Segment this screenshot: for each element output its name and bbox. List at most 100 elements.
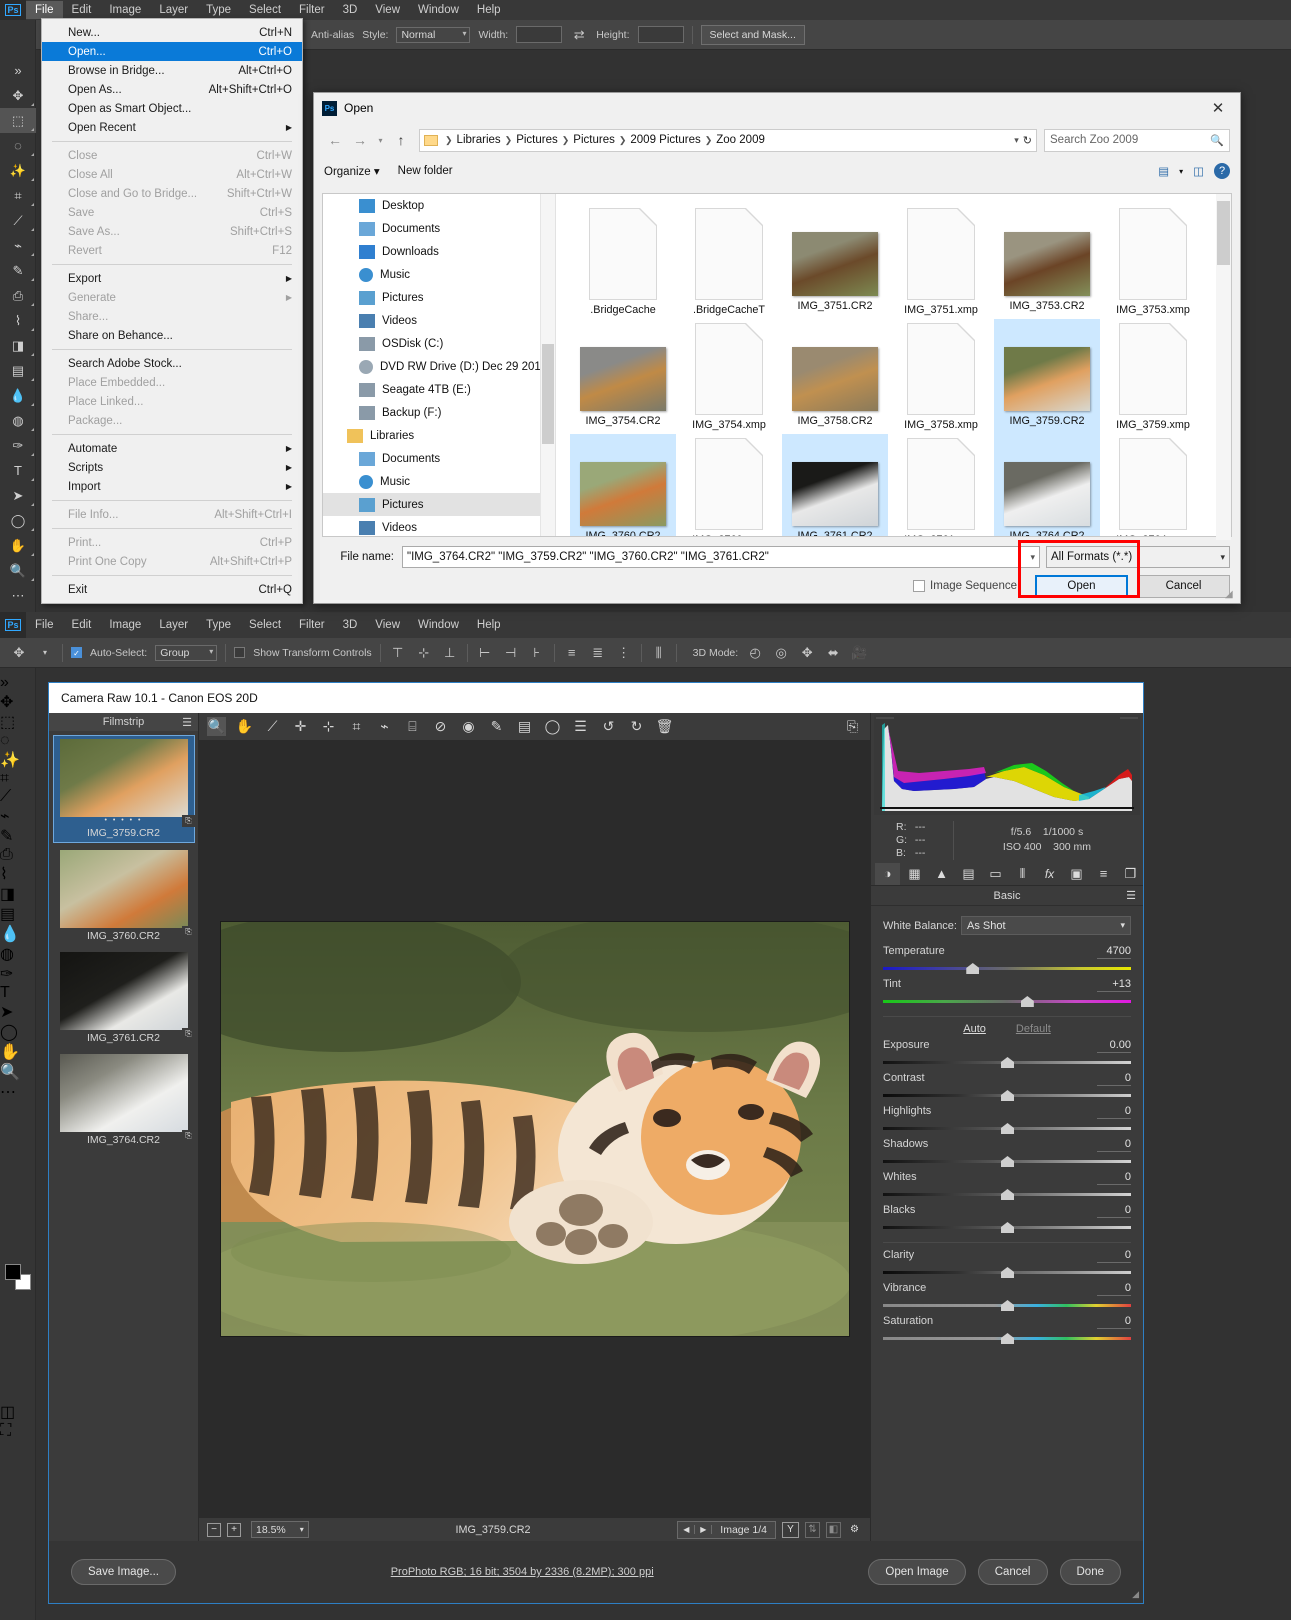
shape-tool-icon[interactable]: ◯ (0, 1022, 35, 1042)
healing-brush-tool-icon[interactable]: ⌁ (0, 233, 36, 258)
panel-tab-detail[interactable]: ▲ (929, 863, 954, 885)
spot-removal-icon[interactable]: ⊘ (431, 717, 450, 736)
slider-shadows[interactable]: Shadows 0 (883, 1138, 1131, 1168)
slider-handle[interactable] (1001, 1333, 1014, 1344)
slider-value[interactable]: 0 (1097, 1138, 1131, 1152)
sidebar-item-pictures[interactable]: Pictures (323, 286, 555, 309)
file-grid[interactable]: .BridgeCache .BridgeCacheT IMG_3751.CR2 IMG… (556, 194, 1231, 536)
more-tools-icon[interactable]: ⋯ (0, 583, 36, 608)
crop-tool-icon[interactable]: ⌗ (0, 183, 36, 208)
slider-whites[interactable]: Whites 0 (883, 1171, 1131, 1201)
align-top-edges-icon[interactable]: ⊤ (389, 644, 407, 662)
history-brush-tool-icon[interactable]: ⌇ (0, 308, 36, 333)
slider-track[interactable] (883, 1266, 1131, 1279)
file-item[interactable]: IMG_3761.CR2 (782, 434, 888, 536)
align-vertical-centers-icon[interactable]: ⊹ (415, 644, 433, 662)
menu-item-exit[interactable]: Exit Ctrl+Q (42, 580, 302, 599)
filmstrip-toggle-icon[interactable]: ◧ (826, 1521, 841, 1538)
file-item[interactable]: .BridgeCacheT (676, 204, 782, 319)
slider-value[interactable]: 0 (1097, 1282, 1131, 1296)
shape-tool-icon[interactable]: ◯ (0, 508, 36, 533)
panel-tab-camera-calibration[interactable]: ▣ (1064, 863, 1089, 885)
slider-track[interactable] (883, 1122, 1131, 1135)
menu-item-automate[interactable]: Automate ▶ (42, 439, 302, 458)
slider-value[interactable]: 0 (1097, 1249, 1131, 1263)
settings-icon[interactable]: ⚙ (847, 1523, 862, 1537)
sync-icon[interactable]: ⇅ (805, 1521, 820, 1538)
clone-stamp-tool-icon[interactable]: ⎙ (0, 283, 36, 308)
file-item[interactable]: IMG_3751.xmp (888, 204, 994, 319)
slider-blacks[interactable]: Blacks 0 (883, 1204, 1131, 1234)
file-item[interactable]: IMG_3760.CR2 (570, 434, 676, 536)
menu-item-new[interactable]: New... Ctrl+N (42, 23, 302, 42)
sidebar-item-videos[interactable]: Videos (323, 309, 555, 332)
organize-button[interactable]: Organize ▾ (324, 164, 380, 178)
blur-tool-icon[interactable]: 💧 (0, 383, 36, 408)
panel-tab-tone-curve[interactable]: ▦ (902, 863, 927, 885)
slider-value[interactable]: 0 (1097, 1315, 1131, 1329)
move-tool-icon[interactable]: ✥ (0, 692, 35, 712)
menu-3d[interactable]: 3D (334, 616, 367, 634)
zoom-tool-icon[interactable]: 🔍 (207, 717, 226, 736)
foreground-color-swatch[interactable] (5, 1264, 21, 1280)
hamburger-icon[interactable]: ☰ (1126, 889, 1136, 902)
menu-select[interactable]: Select (240, 616, 290, 634)
hamburger-icon[interactable]: ☰ (182, 716, 192, 729)
done-button[interactable]: Done (1059, 1559, 1121, 1585)
cancel-button[interactable]: Cancel (1137, 574, 1230, 598)
menu-view[interactable]: View (366, 1, 409, 19)
lasso-tool-icon[interactable]: ◌ (0, 133, 36, 158)
distribute-top-edges-icon[interactable]: ≡ (563, 644, 581, 662)
slider-track[interactable] (883, 1155, 1131, 1168)
file-item[interactable]: .BridgeCache (570, 204, 676, 319)
slider-handle[interactable] (1001, 1300, 1014, 1311)
3d-orbit-icon[interactable]: ◴ (746, 644, 764, 662)
clone-stamp-tool-icon[interactable]: ⎙ (0, 846, 35, 864)
brush-tool-icon[interactable]: ✎ (0, 826, 35, 846)
collapse-tools-icon[interactable]: » (0, 58, 36, 83)
sidebar-item-seagate-4tb-e[interactable]: Seagate 4TB (E:) (323, 378, 555, 401)
file-item[interactable]: IMG_3753.xmp (1100, 204, 1206, 319)
lasso-tool-icon[interactable]: ◌ (0, 732, 35, 750)
sidebar-item-dvd-rw-drive-d-dec-29-2016[interactable]: DVD RW Drive (D:) Dec 29 2016 (323, 355, 555, 378)
chevron-down-icon[interactable]: ▾ (1010, 135, 1023, 146)
sidebar-item-backup-f[interactable]: Backup (F:) (323, 401, 555, 424)
slider-handle[interactable] (1020, 996, 1034, 1007)
menu-edit[interactable]: Edit (63, 616, 101, 634)
slider-track[interactable] (883, 1221, 1131, 1234)
menu-type[interactable]: Type (197, 616, 240, 634)
slider-handle[interactable] (1001, 1156, 1014, 1167)
chevron-down-icon[interactable]: ▾ (1120, 920, 1125, 931)
sidebar-item-documents[interactable]: Documents (323, 217, 555, 240)
sidebar-item-pictures[interactable]: Pictures (323, 493, 555, 516)
panel-tab-presets[interactable]: ≡ (1091, 863, 1116, 885)
breadcrumb-item-4[interactable]: Zoo 2009 (716, 134, 765, 146)
file-item[interactable]: IMG_3761.xmp (888, 434, 994, 536)
chevron-down-icon[interactable]: ▾ (1220, 552, 1225, 563)
image-sequence-checkbox[interactable] (913, 580, 926, 592)
sidebar-item-osdisk-c[interactable]: OSDisk (C:) (323, 332, 555, 355)
up-arrow-icon[interactable]: ↑ (390, 129, 412, 151)
menu-select[interactable]: Select (240, 1, 290, 19)
zoom-in-icon[interactable]: + (227, 1522, 241, 1537)
crop-tool-icon[interactable]: ⌗ (347, 717, 366, 736)
view-layout-icon[interactable]: ▤ (1158, 164, 1169, 178)
slider-track[interactable] (883, 1056, 1131, 1069)
open-preferences-icon[interactable]: ⎘ (843, 717, 862, 736)
delete-icon[interactable]: 🗑 (655, 717, 674, 736)
rating-dots[interactable]: • • • • • (57, 817, 191, 825)
forward-arrow-icon[interactable]: → (349, 129, 371, 151)
menu-help[interactable]: Help (468, 1, 510, 19)
slider-value[interactable]: 4700 (1097, 945, 1131, 959)
graduated-filter-icon[interactable]: ▤ (515, 717, 534, 736)
slider-exposure[interactable]: Exposure 0.00 (883, 1039, 1131, 1069)
resize-grip-icon[interactable]: ◢ (1132, 1589, 1139, 1600)
recent-locations-chevron-down-icon[interactable]: ▾ (374, 129, 387, 151)
slider-value[interactable]: 0 (1097, 1171, 1131, 1185)
targeted-adjustment-icon[interactable]: ⊹ (319, 717, 338, 736)
filmstrip-item[interactable]: ⎘ IMG_3760.CR2 (53, 847, 196, 945)
hand-tool-icon[interactable]: ✋ (0, 533, 36, 558)
search-input[interactable]: Search Zoo 2009 🔍 (1044, 128, 1230, 152)
dodge-tool-icon[interactable]: ◍ (0, 408, 36, 433)
move-tool-icon[interactable]: ✥ (10, 644, 28, 662)
